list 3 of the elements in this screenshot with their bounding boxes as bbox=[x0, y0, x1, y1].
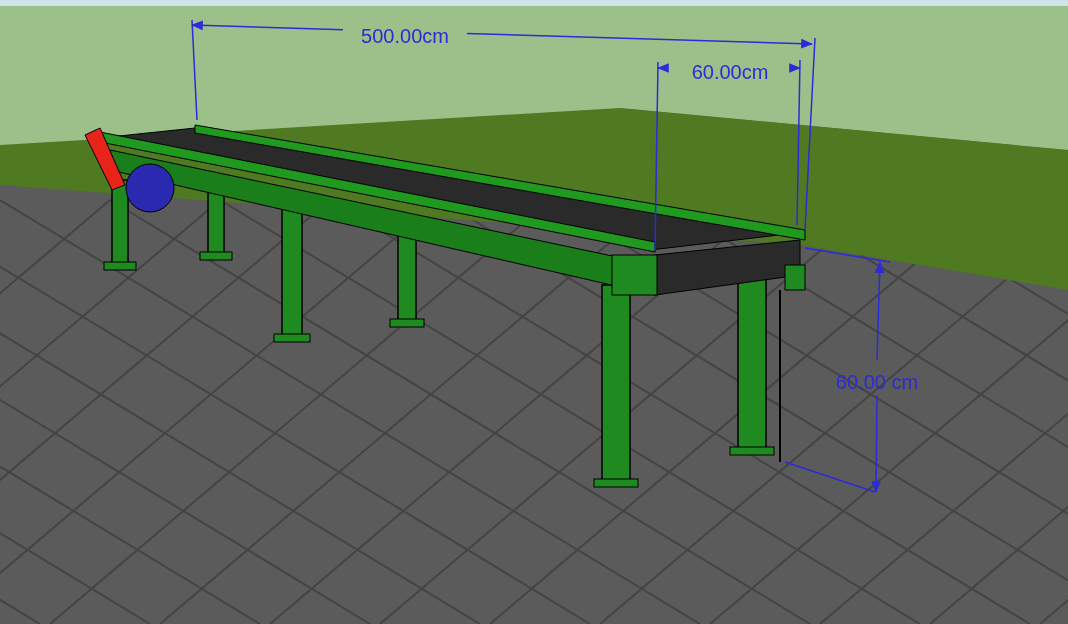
dimension-label: 500.00cm bbox=[361, 25, 449, 47]
dimension-label: 60.00cm bbox=[691, 61, 769, 83]
dimension-label: 60.00 cm bbox=[835, 371, 919, 393]
